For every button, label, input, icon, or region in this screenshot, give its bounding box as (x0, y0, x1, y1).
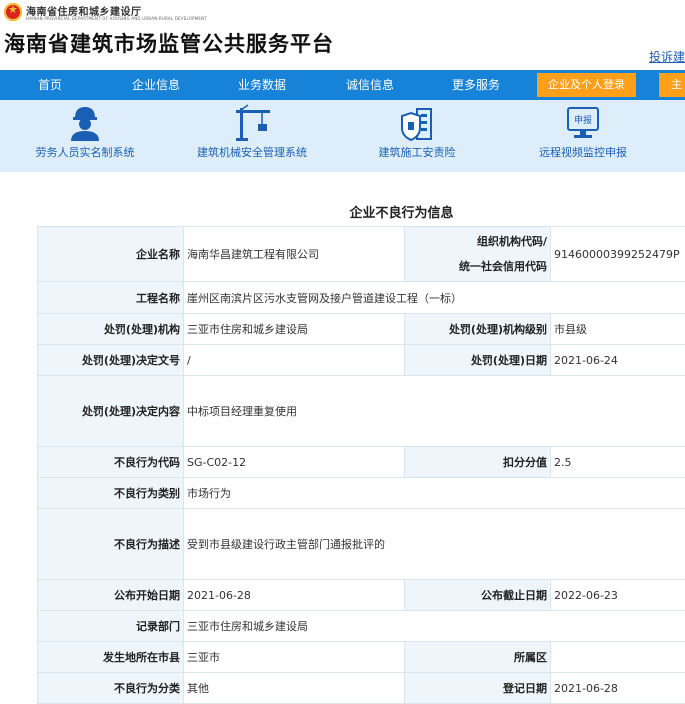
company-name-label: 企业名称 (38, 227, 184, 282)
behavior-desc-value: 受到市县级建设行政主管部门通报批评的 (184, 509, 685, 580)
quick-link-labor[interactable]: 劳务人员实名制系统 (18, 100, 152, 172)
bad-behavior-info-table: 企业名称 海南华昌建筑工程有限公司 组织机构代码/ 统一社会信用代码 91460… (37, 226, 685, 704)
behavior-desc-label: 不良行为描述 (38, 509, 184, 580)
worker-icon (65, 104, 105, 142)
decision-content-label: 处罚(处理)决定内容 (38, 376, 184, 447)
deduct-label: 扣分分值 (405, 447, 551, 478)
publish-end-label: 公布截止日期 (405, 580, 551, 611)
monitor-report-icon: 申报 (563, 104, 603, 142)
nav-home[interactable]: 首页 (20, 70, 80, 100)
penalty-date-label: 处罚(处理)日期 (405, 345, 551, 376)
project-name-value: 崖州区南滨片区污水支管网及接户管道建设工程（一标） (184, 282, 685, 314)
city-label: 发生地所在市县 (38, 642, 184, 673)
quick-link-labor-label: 劳务人员实名制系统 (18, 144, 152, 160)
classification-value: 其他 (184, 673, 405, 704)
table-row: 记录部门 三亚市住房和城乡建设局 (38, 611, 685, 642)
nav-company-info[interactable]: 企业信息 (124, 70, 188, 100)
publish-start-value: 2021-06-28 (184, 580, 405, 611)
penalty-date-value: 2021-06-24 (551, 345, 685, 376)
table-row: 不良行为分类 其他 登记日期 2021-06-28 (38, 673, 685, 704)
company-name-value: 海南华昌建筑工程有限公司 (184, 227, 405, 282)
table-row: 不良行为代码 SG-C02-12 扣分分值 2.5 (38, 447, 685, 478)
district-label: 所属区 (405, 642, 551, 673)
org-code-label-line1: 组织机构代码/ (477, 235, 547, 248)
decision-no-label: 处罚(处理)决定文号 (38, 345, 184, 376)
behavior-code-value: SG-C02-12 (184, 447, 405, 478)
city-value: 三亚市 (184, 642, 405, 673)
publish-start-label: 公布开始日期 (38, 580, 184, 611)
table-row: 处罚(处理)决定内容 中标项目经理重复使用 (38, 376, 685, 447)
table-row: 不良行为类别 市场行为 (38, 478, 685, 509)
quick-links-bar: 劳务人员实名制系统 建筑机械安全管理系统 建筑施工安责险 申报 (0, 100, 685, 172)
record-dept-value: 三亚市住房和城乡建设局 (184, 611, 685, 642)
login-button[interactable]: 企业及个人登录 (537, 73, 636, 97)
register-date-label: 登记日期 (405, 673, 551, 704)
monitor-badge-text: 申报 (574, 114, 592, 126)
site-title: 海南省建筑市场监管公共服务平台 (4, 28, 334, 58)
main-nav: 首页 企业信息 业务数据 诚信信息 更多服务 企业及个人登录 主 (0, 70, 685, 100)
penalty-org-label: 处罚(处理)机构 (38, 314, 184, 345)
table-row: 不良行为描述 受到市县级建设行政主管部门通报批评的 (38, 509, 685, 580)
decision-content-value: 中标项目经理重复使用 (184, 376, 685, 447)
section-title: 企业不良行为信息 (0, 202, 685, 221)
org-code-label-line2: 统一社会信用代码 (459, 260, 547, 273)
table-row: 企业名称 海南华昌建筑工程有限公司 组织机构代码/ 统一社会信用代码 91460… (38, 227, 685, 282)
table-row: 发生地所在市县 三亚市 所属区 (38, 642, 685, 673)
classification-label: 不良行为分类 (38, 673, 184, 704)
behavior-category-value: 市场行为 (184, 478, 685, 509)
deduct-value: 2.5 (551, 447, 685, 478)
decision-no-value: / (184, 345, 405, 376)
district-value (551, 642, 685, 673)
crane-icon (232, 104, 272, 142)
complaint-link[interactable]: 投诉建 (649, 48, 685, 65)
quick-link-machinery-label: 建筑机械安全管理系统 (185, 144, 319, 160)
publish-end-value: 2022-06-23 (551, 580, 685, 611)
penalty-org-value: 三亚市住房和城乡建设局 (184, 314, 405, 345)
dept-name-en: HAINAN PROVINCIAL DEPARTMENT OF HOUSING … (26, 16, 207, 21)
project-name-label: 工程名称 (38, 282, 184, 314)
penalty-org-level-value: 市县级 (551, 314, 685, 345)
org-code-value: 91460000399252479P (551, 227, 685, 282)
org-code-label: 组织机构代码/ 统一社会信用代码 (405, 227, 551, 282)
penalty-org-level-label: 处罚(处理)机构级别 (405, 314, 551, 345)
table-row: 工程名称 崖州区南滨片区污水支管网及接户管道建设工程（一标） (38, 282, 685, 314)
record-dept-label: 记录部门 (38, 611, 184, 642)
nav-more-button[interactable]: 主 (659, 73, 685, 97)
table-row: 公布开始日期 2021-06-28 公布截止日期 2022-06-23 (38, 580, 685, 611)
quick-link-video[interactable]: 申报 远程视频监控申报 (516, 100, 650, 172)
nav-credit-info[interactable]: 诚信信息 (338, 70, 402, 100)
table-row: 处罚(处理)决定文号 / 处罚(处理)日期 2021-06-24 (38, 345, 685, 376)
site-header: 海南省住房和城乡建设厅 HAINAN PROVINCIAL DEPARTMENT… (0, 0, 685, 70)
quick-link-video-label: 远程视频监控申报 (516, 144, 650, 160)
quick-link-insurance[interactable]: 建筑施工安责险 (350, 100, 484, 172)
nav-more-services[interactable]: 更多服务 (444, 70, 508, 100)
register-date-value: 2021-06-28 (551, 673, 685, 704)
quick-link-machinery[interactable]: 建筑机械安全管理系统 (185, 100, 319, 172)
behavior-category-label: 不良行为类别 (38, 478, 184, 509)
quick-link-insurance-label: 建筑施工安责险 (350, 144, 484, 160)
nav-business-data[interactable]: 业务数据 (230, 70, 294, 100)
behavior-code-label: 不良行为代码 (38, 447, 184, 478)
insurance-building-icon (397, 104, 437, 142)
national-emblem-icon (4, 3, 22, 21)
table-row: 处罚(处理)机构 三亚市住房和城乡建设局 处罚(处理)机构级别 市县级 (38, 314, 685, 345)
